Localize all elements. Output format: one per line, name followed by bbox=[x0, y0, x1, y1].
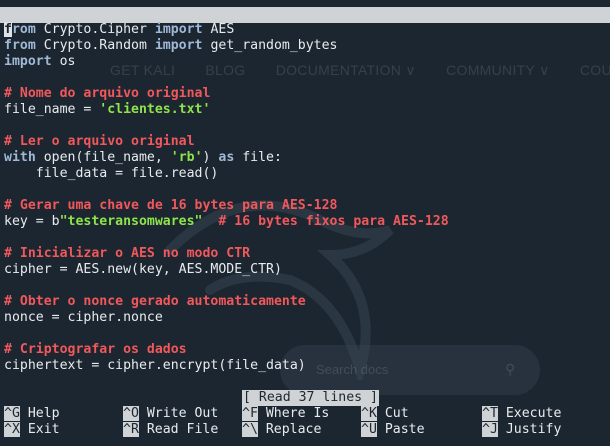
code-line[interactable]: # Inicializar o AES no modo CTR bbox=[4, 246, 449, 262]
code-line[interactable]: ciphertext = cipher.encrypt(file_data) bbox=[4, 358, 449, 374]
shortcut-key: ^K bbox=[361, 406, 377, 421]
shortcut-label: Write Out bbox=[138, 406, 219, 421]
shortcut-help[interactable]: ^G Help bbox=[4, 406, 60, 422]
shortcut-label: Exit bbox=[19, 422, 60, 437]
search-icon: ⚲ bbox=[505, 362, 516, 378]
code-line[interactable]: # Obter o nonce gerado automaticamente bbox=[4, 294, 449, 310]
text-cursor: f bbox=[4, 22, 12, 37]
keyword: with bbox=[4, 150, 36, 165]
comment: # Criptografar os dados bbox=[4, 342, 187, 357]
terminal-window[interactable]: GET KALI BLOG DOCUMENTATION ∨ COMMUNITY … bbox=[0, 0, 610, 446]
string-literal: "testeransomwares" bbox=[59, 214, 203, 229]
code-text: file_name = bbox=[4, 102, 100, 117]
code-line[interactable]: file_data = file.read() bbox=[4, 166, 449, 182]
code-text: file: bbox=[234, 150, 282, 165]
shortcut-key: ^G bbox=[4, 406, 20, 421]
shortcut-label: Read File bbox=[138, 422, 219, 437]
shortcut-read-file[interactable]: ^R Read File bbox=[123, 422, 218, 438]
code-line[interactable]: # Gerar uma chave de 16 bytes para AES-1… bbox=[4, 198, 449, 214]
code-text: open(file_name, bbox=[35, 150, 171, 165]
code-line[interactable] bbox=[4, 182, 449, 198]
shortcut-label: Where Is bbox=[257, 406, 330, 421]
shortcut-write-out[interactable]: ^O Write Out bbox=[123, 406, 218, 422]
comment: # Ler o arquivo original bbox=[4, 134, 195, 149]
shortcut-label: Help bbox=[19, 406, 60, 421]
comment: # Gerar uma chave de 16 bytes para AES-1… bbox=[4, 198, 338, 213]
code-text: cipher = AES.new(key, AES.MODE_CTR) bbox=[4, 262, 282, 277]
shortcut-paste[interactable]: ^U Paste bbox=[361, 422, 425, 438]
comment: # Obter o nonce gerado automaticamente bbox=[4, 294, 306, 309]
shortcut-key: ^\ bbox=[242, 422, 258, 437]
code-line[interactable]: cipher = AES.new(key, AES.MODE_CTR) bbox=[4, 262, 449, 278]
comment: # Nome do arquivo original bbox=[4, 86, 211, 101]
code-text: get_random_bytes bbox=[202, 38, 338, 53]
shortcut-key: ^O bbox=[123, 406, 139, 421]
keyword: import bbox=[154, 38, 203, 53]
shortcut-replace[interactable]: ^\ Replace bbox=[242, 422, 321, 438]
shortcut-key: ^X bbox=[4, 422, 20, 437]
code-line[interactable]: # Nome do arquivo original bbox=[4, 86, 449, 102]
shortcut-execute[interactable]: ^T Execute bbox=[482, 406, 561, 422]
code-line[interactable]: # Ler o arquivo original bbox=[4, 134, 449, 150]
code-text: nonce = cipher.nonce bbox=[4, 310, 163, 325]
code-text: Crypto.Cipher bbox=[35, 22, 155, 37]
code-line[interactable]: from Crypto.Random import get_random_byt… bbox=[4, 38, 449, 54]
string-literal: 'rb' bbox=[170, 150, 203, 165]
code-text: ) bbox=[202, 150, 219, 165]
shortcut-justify[interactable]: ^J Justify bbox=[482, 422, 561, 438]
shortcut-label: Paste bbox=[376, 422, 425, 437]
status-message: [ Read 37 lines ] bbox=[242, 390, 379, 406]
shortcut-key: ^T bbox=[482, 406, 498, 421]
nano-title-bar: GNU nano 8.3 encrypter.py bbox=[0, 7, 610, 54]
code-line[interactable]: file_name = 'clientes.txt' bbox=[4, 102, 449, 118]
string-literal: 'clientes.txt' bbox=[99, 102, 211, 117]
shortcut-label: Cut bbox=[376, 406, 409, 421]
keyword: from bbox=[4, 38, 36, 53]
code-line[interactable]: key = b"testeransomwares" # 16 bytes fix… bbox=[4, 214, 449, 230]
comment: # 16 bytes fixos para AES-128 bbox=[218, 214, 449, 229]
code-line[interactable]: with open(file_name, 'rb') as file: bbox=[4, 150, 449, 166]
code-text: file_data = file.read() bbox=[4, 166, 219, 181]
background-nav-item: COU bbox=[579, 62, 610, 78]
shortcut-where-is[interactable]: ^F Where Is bbox=[242, 406, 329, 422]
shortcut-key: ^R bbox=[123, 422, 139, 437]
shortcut-label: Justify bbox=[497, 422, 562, 437]
code-line[interactable]: nonce = cipher.nonce bbox=[4, 310, 449, 326]
keyword: as bbox=[218, 150, 235, 165]
code-text: ciphertext = cipher.encrypt(file_data) bbox=[4, 358, 306, 373]
editor-area[interactable]: from Crypto.Cipher import AES from Crypto… bbox=[4, 22, 449, 374]
comment: # Inicializar o AES no modo CTR bbox=[4, 246, 251, 261]
code-line[interactable] bbox=[4, 278, 449, 294]
shortcut-cut[interactable]: ^K Cut bbox=[361, 406, 409, 422]
shortcut-label: Execute bbox=[497, 406, 562, 421]
code-text: key = b bbox=[4, 214, 60, 229]
shortcut-label: Replace bbox=[257, 422, 322, 437]
keyword: import bbox=[4, 54, 52, 69]
code-line[interactable] bbox=[4, 70, 449, 86]
keyword: from bbox=[4, 22, 36, 37]
code-line[interactable] bbox=[4, 230, 449, 246]
code-line[interactable] bbox=[4, 326, 449, 342]
shortcut-key: ^U bbox=[361, 422, 377, 437]
code-line[interactable]: from Crypto.Cipher import AES bbox=[4, 22, 449, 38]
shortcut-key: ^F bbox=[242, 406, 258, 421]
code-text: AES bbox=[202, 22, 235, 37]
code-line[interactable] bbox=[4, 118, 449, 134]
shortcut-key: ^J bbox=[482, 422, 498, 437]
shortcut-exit[interactable]: ^X Exit bbox=[4, 422, 60, 438]
code-line[interactable]: import os bbox=[4, 54, 449, 70]
keyword: import bbox=[154, 22, 203, 37]
code-line[interactable]: # Criptografar os dados bbox=[4, 342, 449, 358]
background-nav-item: COMMUNITY ∨ bbox=[446, 62, 550, 78]
code-text: Crypto.Random bbox=[35, 38, 155, 53]
code-text: os bbox=[51, 54, 76, 69]
